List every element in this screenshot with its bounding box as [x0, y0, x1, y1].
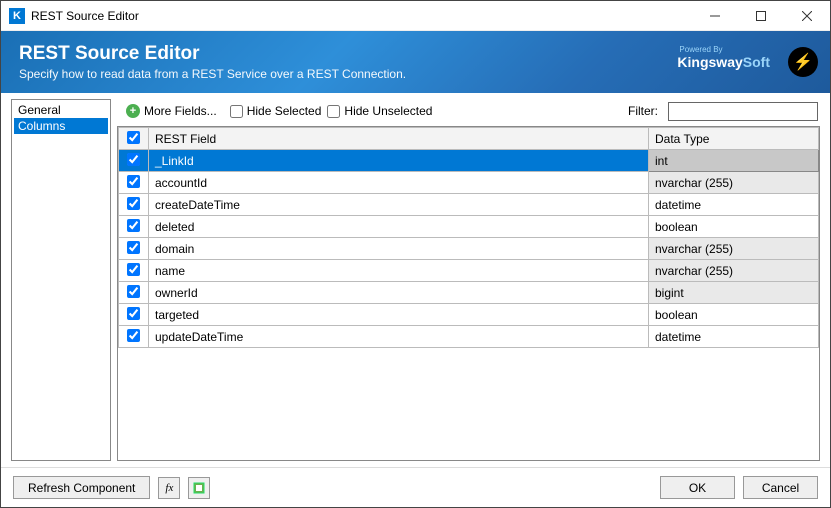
- field-cell[interactable]: accountId: [149, 172, 649, 194]
- type-cell[interactable]: nvarchar (255): [649, 260, 819, 282]
- footer: Refresh Component fx OK Cancel: [1, 467, 830, 507]
- field-cell[interactable]: ownerId: [149, 282, 649, 304]
- field-cell[interactable]: createDateTime: [149, 194, 649, 216]
- type-cell[interactable]: nvarchar (255): [649, 238, 819, 260]
- table-row[interactable]: namenvarchar (255): [119, 260, 819, 282]
- filter-label: Filter:: [628, 104, 658, 118]
- sidebar-item-columns[interactable]: Columns: [14, 118, 108, 134]
- toolbar: + More Fields... Hide Selected Hide Unse…: [117, 99, 820, 123]
- main-area: + More Fields... Hide Selected Hide Unse…: [117, 99, 820, 461]
- type-cell[interactable]: int: [649, 150, 819, 172]
- table-row[interactable]: deletedboolean: [119, 216, 819, 238]
- type-cell[interactable]: bigint: [649, 282, 819, 304]
- table-row[interactable]: updateDateTimedatetime: [119, 326, 819, 348]
- type-cell[interactable]: boolean: [649, 304, 819, 326]
- app-icon: K: [9, 8, 25, 24]
- sidebar-item-general[interactable]: General: [14, 102, 108, 118]
- close-button[interactable]: [784, 1, 830, 31]
- row-checkbox[interactable]: [119, 326, 149, 348]
- field-cell[interactable]: _LinkId: [149, 150, 649, 172]
- cancel-button[interactable]: Cancel: [743, 476, 818, 499]
- workspace: GeneralColumns + More Fields... Hide Sel…: [1, 93, 830, 467]
- row-checkbox[interactable]: [119, 216, 149, 238]
- window-title: REST Source Editor: [31, 9, 692, 23]
- more-fields-button[interactable]: + More Fields...: [119, 101, 224, 121]
- more-fields-label: More Fields...: [144, 104, 217, 118]
- table-row[interactable]: createDateTimedatetime: [119, 194, 819, 216]
- field-cell[interactable]: domain: [149, 238, 649, 260]
- brand-logo: Powered By KingswaySoft: [677, 45, 770, 70]
- hide-unselected-checkbox[interactable]: Hide Unselected: [327, 104, 432, 118]
- titlebar: K REST Source Editor: [1, 1, 830, 31]
- field-cell[interactable]: targeted: [149, 304, 649, 326]
- banner-subtitle: Specify how to read data from a REST Ser…: [19, 67, 406, 81]
- ok-button[interactable]: OK: [660, 476, 735, 499]
- header-check-all[interactable]: [119, 128, 149, 150]
- fx-button[interactable]: fx: [158, 477, 180, 499]
- row-checkbox[interactable]: [119, 194, 149, 216]
- type-cell[interactable]: datetime: [649, 326, 819, 348]
- type-cell[interactable]: datetime: [649, 194, 819, 216]
- type-cell[interactable]: boolean: [649, 216, 819, 238]
- properties-button[interactable]: [188, 477, 210, 499]
- row-checkbox[interactable]: [119, 260, 149, 282]
- field-cell[interactable]: name: [149, 260, 649, 282]
- hide-selected-checkbox[interactable]: Hide Selected: [230, 104, 322, 118]
- header-rest-field[interactable]: REST Field: [149, 128, 649, 150]
- type-cell[interactable]: nvarchar (255): [649, 172, 819, 194]
- row-checkbox[interactable]: [119, 304, 149, 326]
- table-row[interactable]: domainnvarchar (255): [119, 238, 819, 260]
- minimize-button[interactable]: [692, 1, 738, 31]
- header-data-type[interactable]: Data Type: [649, 128, 819, 150]
- banner: REST Source Editor Specify how to read d…: [1, 31, 830, 93]
- field-cell[interactable]: deleted: [149, 216, 649, 238]
- banner-title: REST Source Editor: [19, 43, 406, 65]
- side-panel: GeneralColumns: [11, 99, 111, 461]
- table-row[interactable]: targetedboolean: [119, 304, 819, 326]
- field-cell[interactable]: updateDateTime: [149, 326, 649, 348]
- row-checkbox[interactable]: [119, 238, 149, 260]
- fields-grid: REST Field Data Type _LinkIdintaccountId…: [117, 126, 820, 461]
- filter-input[interactable]: [668, 102, 818, 121]
- plus-icon: +: [126, 104, 140, 118]
- table-row[interactable]: ownerIdbigint: [119, 282, 819, 304]
- refresh-component-button[interactable]: Refresh Component: [13, 476, 150, 499]
- maximize-button[interactable]: [738, 1, 784, 31]
- row-checkbox[interactable]: [119, 150, 149, 172]
- table-row[interactable]: accountIdnvarchar (255): [119, 172, 819, 194]
- row-checkbox[interactable]: [119, 282, 149, 304]
- bolt-icon: ⚡: [788, 47, 818, 77]
- table-row[interactable]: _LinkIdint: [119, 150, 819, 172]
- row-checkbox[interactable]: [119, 172, 149, 194]
